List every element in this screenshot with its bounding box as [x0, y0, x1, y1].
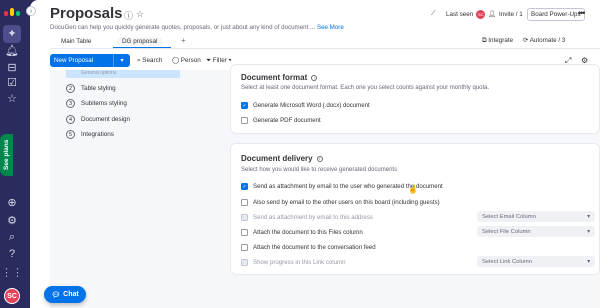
- document-format-card: Document format i Select at least one doc…: [230, 64, 600, 134]
- app-grid-icon[interactable]: ⋮⋮: [1, 266, 23, 280]
- document-delivery-subtitle: Select how you would like to receive gen…: [241, 167, 398, 173]
- document-format-title: Document format i: [241, 73, 318, 82]
- automate-icon: ⟳: [523, 37, 530, 44]
- chevron-down-icon: ▾: [226, 57, 232, 64]
- left-rail: ✦ 🔔︎ ⊟ ☑ ☆ See plans ⊕ ⚙ ⌕ ? ⋮⋮ SC: [0, 0, 24, 308]
- page-title: Proposals: [50, 5, 123, 22]
- search-icon[interactable]: ⌕: [5, 230, 19, 244]
- checkbox-checked[interactable]: ✓: [241, 183, 248, 190]
- tabs-divider: [50, 48, 600, 49]
- see-more-link[interactable]: See More: [317, 24, 344, 31]
- document-delivery-title: Document delivery i: [241, 154, 323, 163]
- monday-logo-icon[interactable]: [4, 6, 20, 16]
- step-item[interactable]: 4 Document design: [66, 115, 130, 124]
- more-options-icon[interactable]: •••: [578, 8, 586, 18]
- invite-icon[interactable]: ⊕: [5, 196, 19, 210]
- last-seen[interactable]: Last seen SC: [446, 10, 486, 19]
- checkbox[interactable]: [241, 199, 248, 206]
- collapse-chevron-icon[interactable]: ›: [26, 6, 36, 16]
- pdf-option[interactable]: Generate PDF document: [241, 117, 321, 124]
- chat-button[interactable]: 💬︎ Chat: [44, 286, 86, 303]
- activity-icon[interactable]: ⟋: [431, 10, 435, 18]
- chat-bubble-icon: 💬︎: [51, 291, 61, 299]
- conversation-feed-option[interactable]: Attach the document to the conversation …: [241, 244, 376, 251]
- inbox-icon[interactable]: ⊟: [5, 61, 19, 75]
- tab-main-table[interactable]: Main Table: [56, 37, 96, 46]
- notifications-icon[interactable]: 🔔︎: [5, 44, 19, 58]
- chevron-down-icon[interactable]: ▾: [114, 57, 130, 64]
- last-seen-avatar: SC: [476, 10, 486, 19]
- workspace-icon[interactable]: ✦: [5, 27, 19, 41]
- link-column-select[interactable]: Select Link Column ▾: [477, 256, 595, 267]
- email-address-option[interactable]: Send as attachment by email to this addr…: [241, 214, 373, 221]
- checkbox[interactable]: [241, 229, 248, 236]
- info-icon[interactable]: ⓘ: [124, 9, 133, 22]
- tab-dg-proposal[interactable]: DG proposal: [117, 37, 163, 46]
- main-panel: Proposals ⓘ ☆ DocuGen can help you quick…: [30, 0, 600, 308]
- person-add-icon: 👤︎: [488, 11, 496, 18]
- search-button[interactable]: ⌕ Search: [137, 57, 162, 65]
- board-power-ups-button[interactable]: Board Power-Ups: [527, 8, 585, 21]
- help-icon[interactable]: ?: [5, 247, 19, 261]
- invite-button[interactable]: 👤︎ Invite / 1: [488, 10, 523, 19]
- file-column-select[interactable]: Select File Column ▾: [477, 226, 595, 237]
- star-icon[interactable]: ☆: [136, 9, 144, 20]
- email-column-select[interactable]: Select Email Column ▾: [477, 211, 595, 222]
- person-filter-button[interactable]: ◯ Person: [172, 57, 201, 64]
- filter-icon: ⏷: [206, 57, 213, 64]
- docx-option[interactable]: ✓ Generate Microsoft Word (.docx) documen…: [241, 102, 370, 109]
- apps-icon[interactable]: ⚙: [5, 214, 19, 228]
- chevron-down-icon: ▾: [587, 213, 590, 220]
- files-column-option[interactable]: Attach the document to this Files column: [241, 229, 363, 236]
- new-proposal-button[interactable]: New Proposal ▾: [50, 54, 130, 67]
- checkbox-checked[interactable]: ✓: [241, 102, 248, 109]
- email-board-users-option[interactable]: Also send by email to the other users on…: [241, 199, 440, 206]
- automate-button[interactable]: ⟳ Automate / 3: [523, 37, 565, 44]
- integrate-button[interactable]: ⧉ Integrate: [482, 37, 513, 45]
- checkbox[interactable]: [241, 117, 248, 124]
- chevron-down-icon: ▾: [587, 228, 590, 235]
- document-format-subtitle: Select at least one document format. Eac…: [241, 85, 490, 91]
- checkbox-disabled: [241, 214, 248, 221]
- step-item[interactable]: 3 Subitems styling: [66, 99, 127, 108]
- info-icon[interactable]: i: [311, 74, 318, 81]
- checkbox[interactable]: [241, 244, 248, 251]
- checkbox-disabled: [241, 259, 248, 266]
- step-item[interactable]: 5 Integrations: [66, 130, 114, 139]
- info-icon[interactable]: i: [316, 155, 323, 162]
- link-column-option[interactable]: Show progress in this Link column: [241, 259, 345, 266]
- favorites-icon[interactable]: ☆: [5, 92, 19, 106]
- board-description: DocuGen can help you quickly generate qu…: [50, 24, 344, 31]
- see-plans-button[interactable]: See plans: [0, 134, 13, 176]
- avatar[interactable]: SC: [4, 288, 20, 304]
- add-view-icon[interactable]: +: [181, 36, 186, 45]
- person-icon: ◯: [172, 57, 181, 64]
- chevron-down-icon: ▾: [587, 258, 590, 265]
- filter-button[interactable]: ⏷ Filter ▾: [206, 57, 232, 65]
- my-work-icon[interactable]: ☑: [5, 76, 19, 90]
- step-item[interactable]: 2 Table styling: [66, 84, 116, 93]
- hand-cursor-icon: ☝: [408, 185, 418, 194]
- step-item[interactable]: General options: [66, 70, 116, 76]
